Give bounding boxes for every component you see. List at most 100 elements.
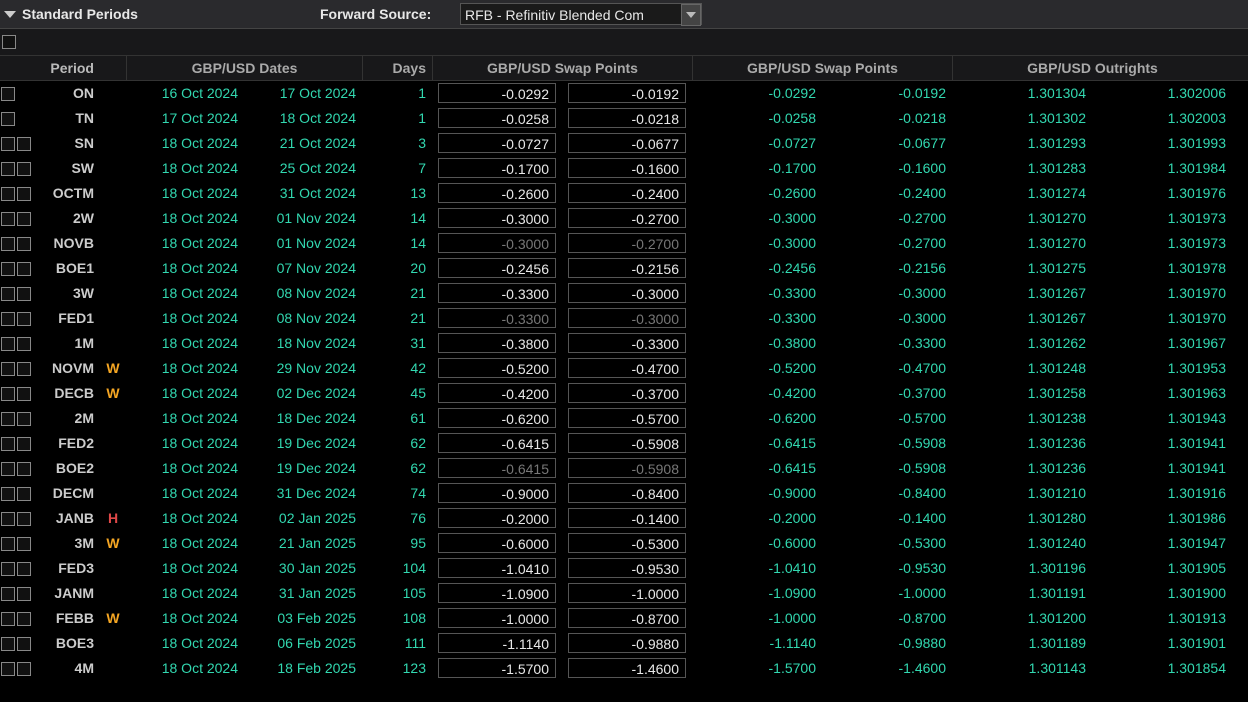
forward-source-dropdown[interactable]: RFB - Refinitiv Blended Com [460,3,702,25]
row-checkbox-b[interactable] [16,356,32,381]
row-checkbox-b[interactable] [16,256,32,281]
swap1-bid-cell[interactable]: -0.2600 [432,181,562,206]
row-checkbox-a[interactable] [0,81,16,106]
row-checkbox-b[interactable] [16,156,32,181]
row-checkbox-a[interactable] [0,531,16,556]
swap1-bid-cell[interactable]: -0.6415 [432,456,562,481]
row-checkbox-a[interactable] [0,106,16,131]
row-checkbox-a[interactable] [0,481,16,506]
swap1-bid-cell[interactable]: -1.0410 [432,556,562,581]
swap1-bid-cell[interactable]: -0.3000 [432,231,562,256]
swap1-ask-cell[interactable]: -1.4600 [562,656,692,681]
swap1-ask-cell[interactable]: -0.3300 [562,331,692,356]
swap1-ask-cell[interactable]: -0.5700 [562,406,692,431]
swap1-ask-cell[interactable]: -0.3000 [562,306,692,331]
swap1-bid-cell[interactable]: -0.1700 [432,156,562,181]
swap1-bid-cell[interactable]: -0.2456 [432,256,562,281]
swap1-ask-cell[interactable]: -0.0192 [562,81,692,106]
swap1-ask-cell[interactable]: -0.1600 [562,156,692,181]
row-checkbox-b[interactable] [16,181,32,206]
row-checkbox-b[interactable] [16,106,32,131]
row-checkbox-a[interactable] [0,306,16,331]
swap1-ask-cell[interactable]: -0.2400 [562,181,692,206]
swap1-ask-cell[interactable]: -0.1400 [562,506,692,531]
row-checkbox-a[interactable] [0,256,16,281]
swap1-ask-cell[interactable]: -0.0677 [562,131,692,156]
row-checkbox-a[interactable] [0,656,16,681]
row-checkbox-a[interactable] [0,381,16,406]
swap1-ask-cell[interactable]: -0.2156 [562,256,692,281]
swap1-bid-cell[interactable]: -1.1140 [432,631,562,656]
swap1-bid-cell[interactable]: -0.6200 [432,406,562,431]
swap1-ask-cell[interactable]: -0.5908 [562,431,692,456]
row-checkbox-a[interactable] [0,181,16,206]
swap1-bid-cell[interactable]: -0.6000 [432,531,562,556]
row-checkbox-a[interactable] [0,281,16,306]
row-checkbox-b[interactable] [16,406,32,431]
collapse-icon[interactable] [4,11,16,18]
row-checkbox-a[interactable] [0,581,16,606]
row-checkbox-b[interactable] [16,606,32,631]
row-checkbox-a[interactable] [0,331,16,356]
row-checkbox-b[interactable] [16,131,32,156]
swap1-bid-cell[interactable]: -1.0000 [432,606,562,631]
row-checkbox-b[interactable] [16,206,32,231]
row-checkbox-a[interactable] [0,356,16,381]
swap1-bid-cell[interactable]: -0.0727 [432,131,562,156]
swap1-ask-cell[interactable]: -0.8400 [562,481,692,506]
swap1-ask-cell[interactable]: -0.4700 [562,356,692,381]
swap1-ask-cell[interactable]: -0.3700 [562,381,692,406]
toggle-all-checkbox[interactable] [2,35,16,49]
swap1-bid-cell[interactable]: -0.3300 [432,306,562,331]
swap1-bid-cell[interactable]: -1.0900 [432,581,562,606]
row-checkbox-b[interactable] [16,381,32,406]
row-checkbox-b[interactable] [16,556,32,581]
swap1-bid-cell[interactable]: -0.4200 [432,381,562,406]
swap1-ask-cell[interactable]: -0.8700 [562,606,692,631]
row-checkbox-b[interactable] [16,506,32,531]
row-checkbox-a[interactable] [0,156,16,181]
row-checkbox-b[interactable] [16,231,32,256]
swap1-ask-cell[interactable]: -0.9880 [562,631,692,656]
row-checkbox-a[interactable] [0,231,16,256]
swap1-bid-cell[interactable]: -0.0258 [432,106,562,131]
swap1-ask-cell[interactable]: -0.2700 [562,231,692,256]
swap1-ask-cell[interactable]: -0.5908 [562,456,692,481]
row-checkbox-b[interactable] [16,281,32,306]
swap1-bid-cell[interactable]: -0.5200 [432,356,562,381]
swap1-bid-cell[interactable]: -0.6415 [432,431,562,456]
row-checkbox-b[interactable] [16,331,32,356]
swap1-bid-cell[interactable]: -0.3800 [432,331,562,356]
row-checkbox-a[interactable] [0,456,16,481]
row-checkbox-b[interactable] [16,581,32,606]
row-checkbox-a[interactable] [0,606,16,631]
swap1-ask-cell[interactable]: -0.5300 [562,531,692,556]
swap1-bid-cell[interactable]: -1.5700 [432,656,562,681]
row-checkbox-a[interactable] [0,506,16,531]
swap1-bid-cell[interactable]: -0.3300 [432,281,562,306]
row-checkbox-a[interactable] [0,206,16,231]
swap1-ask-cell[interactable]: -0.9530 [562,556,692,581]
row-checkbox-b[interactable] [16,531,32,556]
row-checkbox-b[interactable] [16,431,32,456]
row-checkbox-b[interactable] [16,481,32,506]
row-checkbox-b[interactable] [16,631,32,656]
row-checkbox-a[interactable] [0,631,16,656]
swap1-ask-cell[interactable]: -1.0000 [562,581,692,606]
swap1-bid-cell[interactable]: -0.2000 [432,506,562,531]
swap1-ask-cell[interactable]: -0.2700 [562,206,692,231]
row-checkbox-b[interactable] [16,306,32,331]
row-checkbox-b[interactable] [16,81,32,106]
swap1-ask-cell[interactable]: -0.0218 [562,106,692,131]
swap1-ask-cell[interactable]: -0.3000 [562,281,692,306]
row-checkbox-b[interactable] [16,656,32,681]
dropdown-button[interactable] [681,4,701,26]
row-checkbox-b[interactable] [16,456,32,481]
row-checkbox-a[interactable] [0,131,16,156]
swap1-bid-cell[interactable]: -0.3000 [432,206,562,231]
row-checkbox-a[interactable] [0,406,16,431]
row-checkbox-a[interactable] [0,431,16,456]
swap1-bid-cell[interactable]: -0.0292 [432,81,562,106]
row-checkbox-a[interactable] [0,556,16,581]
swap1-bid-cell[interactable]: -0.9000 [432,481,562,506]
